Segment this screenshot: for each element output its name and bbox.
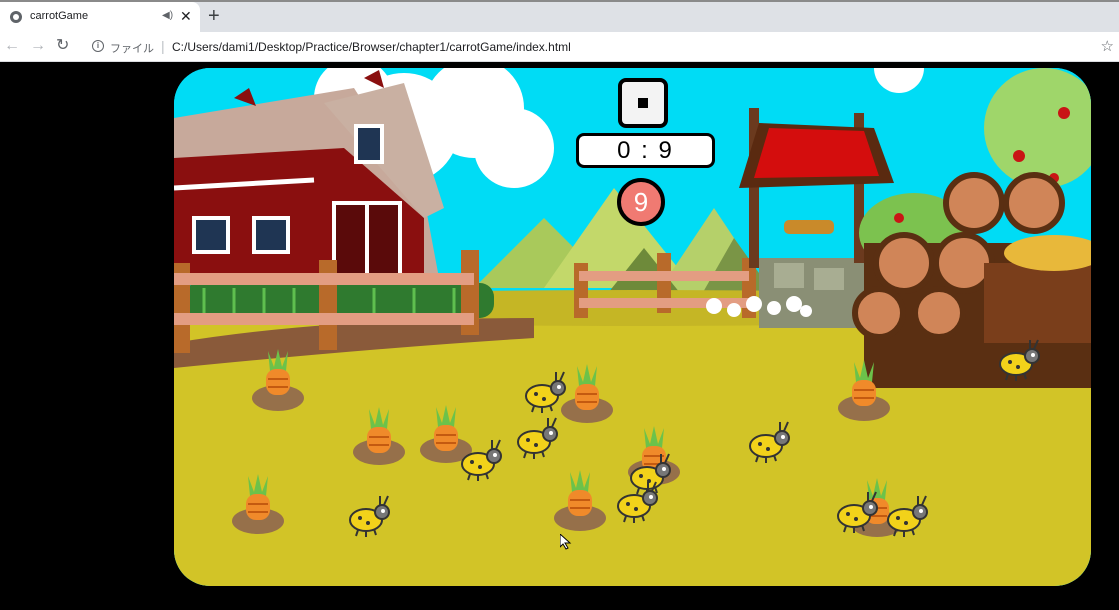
url-separator: |: [161, 38, 165, 54]
scheme-label: ファイル: [110, 43, 154, 55]
bug[interactable]: [746, 418, 794, 466]
bug[interactable]: [522, 368, 570, 416]
tab-close-button[interactable]: ✕: [180, 8, 192, 24]
carrot[interactable]: [226, 468, 290, 532]
new-tab-button[interactable]: +: [208, 6, 220, 26]
info-icon[interactable]: i: [92, 40, 104, 52]
tab-title: carrotGame: [30, 10, 89, 22]
carrot[interactable]: [246, 343, 310, 407]
globe-icon: [10, 11, 22, 23]
address-bar[interactable]: i ファイル | C:/Users/dami1/Desktop/Practice…: [84, 35, 1114, 59]
browser-toolbar: ← → ↻ i ファイル | C:/Users/dami1/Desktop/Pr…: [0, 32, 1119, 62]
carrot[interactable]: [832, 354, 896, 418]
game-timer: 0 : 9: [576, 133, 715, 168]
game-field: 0 : 9 9: [174, 68, 1091, 586]
carrot[interactable]: [347, 401, 411, 465]
url-text[interactable]: C:/Users/dami1/Desktop/Practice/Browser/…: [172, 40, 571, 54]
carrot-count-badge: 9: [617, 178, 665, 226]
mouse-cursor-icon: [560, 534, 572, 550]
reload-icon[interactable]: ↻: [56, 36, 69, 56]
forward-arrow-icon[interactable]: →: [30, 36, 46, 56]
bug[interactable]: [996, 336, 1044, 384]
carrot[interactable]: [548, 464, 612, 528]
speaker-icon[interactable]: ◀): [162, 10, 173, 21]
stop-button[interactable]: [618, 78, 668, 128]
bug[interactable]: [884, 492, 932, 540]
bug[interactable]: [458, 436, 506, 484]
bug[interactable]: [514, 414, 562, 462]
bug[interactable]: [834, 488, 882, 536]
bug[interactable]: [614, 478, 662, 526]
browser-tab-strip: carrotGame ◀) ✕ +: [0, 0, 1119, 32]
stop-icon: [638, 98, 648, 108]
bookmark-star-icon[interactable]: ☆: [1101, 37, 1114, 55]
browser-tab[interactable]: carrotGame ◀) ✕: [0, 2, 200, 32]
back-arrow-icon[interactable]: ←: [4, 36, 20, 56]
bug[interactable]: [346, 492, 394, 540]
